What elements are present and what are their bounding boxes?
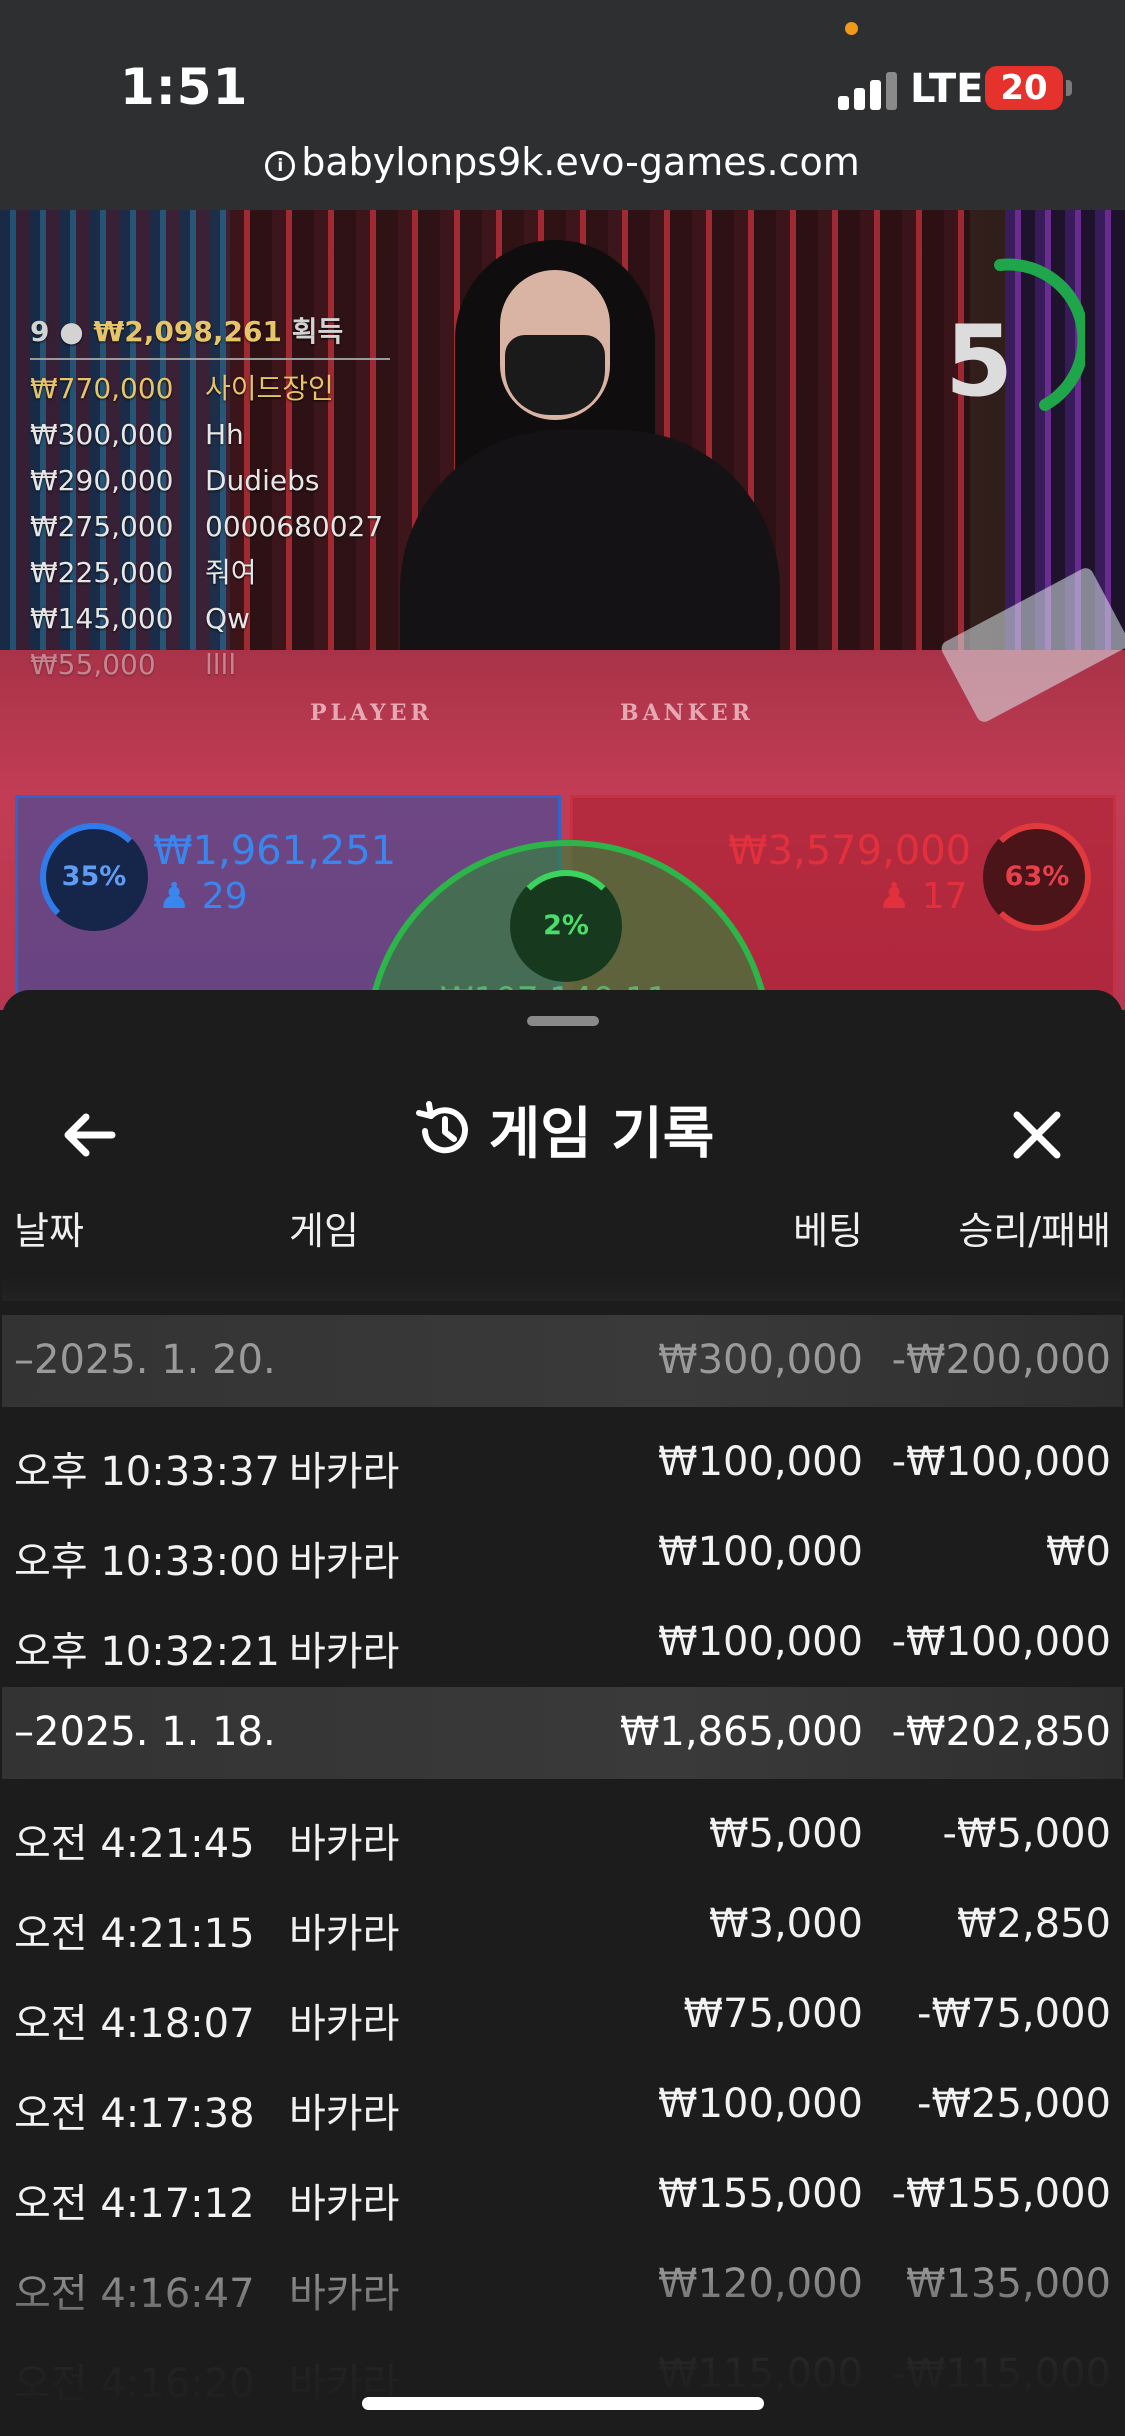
winner-row: ₩290,000 Dudiebs: [30, 464, 320, 497]
table-header: 날짜 게임 베팅 승리/패배: [2, 1180, 1123, 1301]
cellular-signal-icon: [838, 72, 898, 110]
status-bar: 1:51 LTE 20 i babylonps9k.evo-games.com: [0, 0, 1125, 210]
player-percent: 35%: [40, 823, 148, 931]
winner-row: ₩300,000 Hh: [30, 418, 244, 451]
header-divider: [2, 1275, 1123, 1301]
url-text: babylonps9k.evo-games.com: [301, 140, 860, 184]
mic-indicator-dot: [845, 22, 858, 35]
player-bet-amount: ₩1,961,251: [153, 828, 397, 874]
winners-total: ₩2,098,261: [93, 315, 282, 348]
network-type: LTE: [910, 66, 984, 112]
player-bettors: ♟ 29: [158, 876, 248, 917]
history-row[interactable]: 오전 4:18:07 바카라 ₩75,000 -₩75,000: [2, 1969, 1123, 2059]
sheet-header: 게임 기록: [2, 1085, 1123, 1185]
history-row[interactable]: 오전 4:21:15 바카라 ₩3,000 ₩2,850: [2, 1879, 1123, 1969]
date-group-row[interactable]: –2025. 1. 20. ₩300,000 -₩200,000: [2, 1315, 1123, 1407]
table-label-banker: BANKER: [620, 700, 754, 726]
table-label-player: PLAYER: [310, 700, 433, 726]
countdown-timer: 5: [945, 305, 1014, 419]
tie-percent: 2%: [510, 870, 622, 982]
col-date: 날짜: [14, 1209, 84, 1253]
winner-row: ₩55,000 llll: [30, 648, 237, 681]
game-history-sheet: 게임 기록 날짜 게임 베팅 승리/패배 –2025. 1. 20. ₩300,…: [2, 990, 1123, 2436]
title-text: 게임 기록: [488, 1102, 715, 1167]
history-row[interactable]: 오후 10:33:37 바카라 ₩100,000 -₩100,000: [2, 1417, 1123, 1507]
clock: 1:51: [120, 58, 249, 116]
person-icon: ♟: [878, 876, 911, 917]
sheet-title: 게임 기록: [2, 1095, 1123, 1175]
banker-bet-amount: ₩3,579,000: [728, 828, 972, 874]
banker-bettors: ♟ 17: [878, 876, 968, 917]
history-row[interactable]: 오후 10:32:21 바카라 ₩100,000 -₩100,000: [2, 1597, 1123, 1687]
person-icon: ●: [59, 315, 84, 348]
col-result: 승리/패배: [958, 1209, 1111, 1253]
col-game: 게임: [289, 1209, 359, 1253]
battery-nub: [1066, 80, 1072, 96]
history-list[interactable]: –2025. 1. 20. ₩300,000 -₩200,000 오후 10:3…: [2, 1315, 1123, 2419]
winner-row: ₩145,000 Qw: [30, 602, 250, 635]
battery-level: 20: [1000, 68, 1048, 108]
winner-row: ₩225,000 줘여: [30, 556, 257, 589]
battery-icon: 20: [985, 66, 1063, 110]
history-row[interactable]: 오전 4:16:47 바카라 ₩120,000 ₩135,000: [2, 2239, 1123, 2329]
close-button[interactable]: [997, 1095, 1077, 1175]
winners-label: 획득: [291, 315, 344, 348]
home-indicator[interactable]: [362, 2397, 764, 2410]
history-icon: [415, 1101, 468, 1154]
dealer-mask: [505, 335, 605, 415]
history-row[interactable]: 오전 4:21:45 바카라 ₩5,000 -₩5,000: [2, 1789, 1123, 1879]
history-row[interactable]: 오후 10:33:00 바카라 ₩100,000 ₩0: [2, 1507, 1123, 1597]
address-bar[interactable]: i babylonps9k.evo-games.com: [0, 140, 1125, 184]
live-video-stream[interactable]: PLAYER BANKER 9 ● ₩2,098,261 획득 ₩770,000…: [0, 210, 1125, 1010]
date-group-row[interactable]: –2025. 1. 18. ₩1,865,000 -₩202,850: [2, 1687, 1123, 1779]
winner-row: ₩770,000 사이드장인: [30, 372, 334, 405]
banker-percent: 63%: [983, 823, 1091, 931]
person-icon: ♟: [158, 876, 191, 917]
col-bet: 베팅: [793, 1209, 863, 1253]
history-row[interactable]: 오전 4:17:38 바카라 ₩100,000 -₩25,000: [2, 2059, 1123, 2149]
history-row[interactable]: 오전 4:17:12 바카라 ₩155,000 -₩155,000: [2, 2149, 1123, 2239]
info-icon[interactable]: i: [265, 151, 296, 181]
winner-row: ₩275,000 0000680027: [30, 510, 384, 543]
close-icon: [1013, 1111, 1061, 1159]
winners-list: 9 ● ₩2,098,261 획득 ₩770,000 사이드장인 ₩300,000…: [30, 310, 390, 688]
winners-count: 9: [30, 315, 50, 348]
sheet-grabber[interactable]: [527, 1016, 599, 1026]
winners-header: 9 ● ₩2,098,261 획득: [30, 310, 390, 360]
